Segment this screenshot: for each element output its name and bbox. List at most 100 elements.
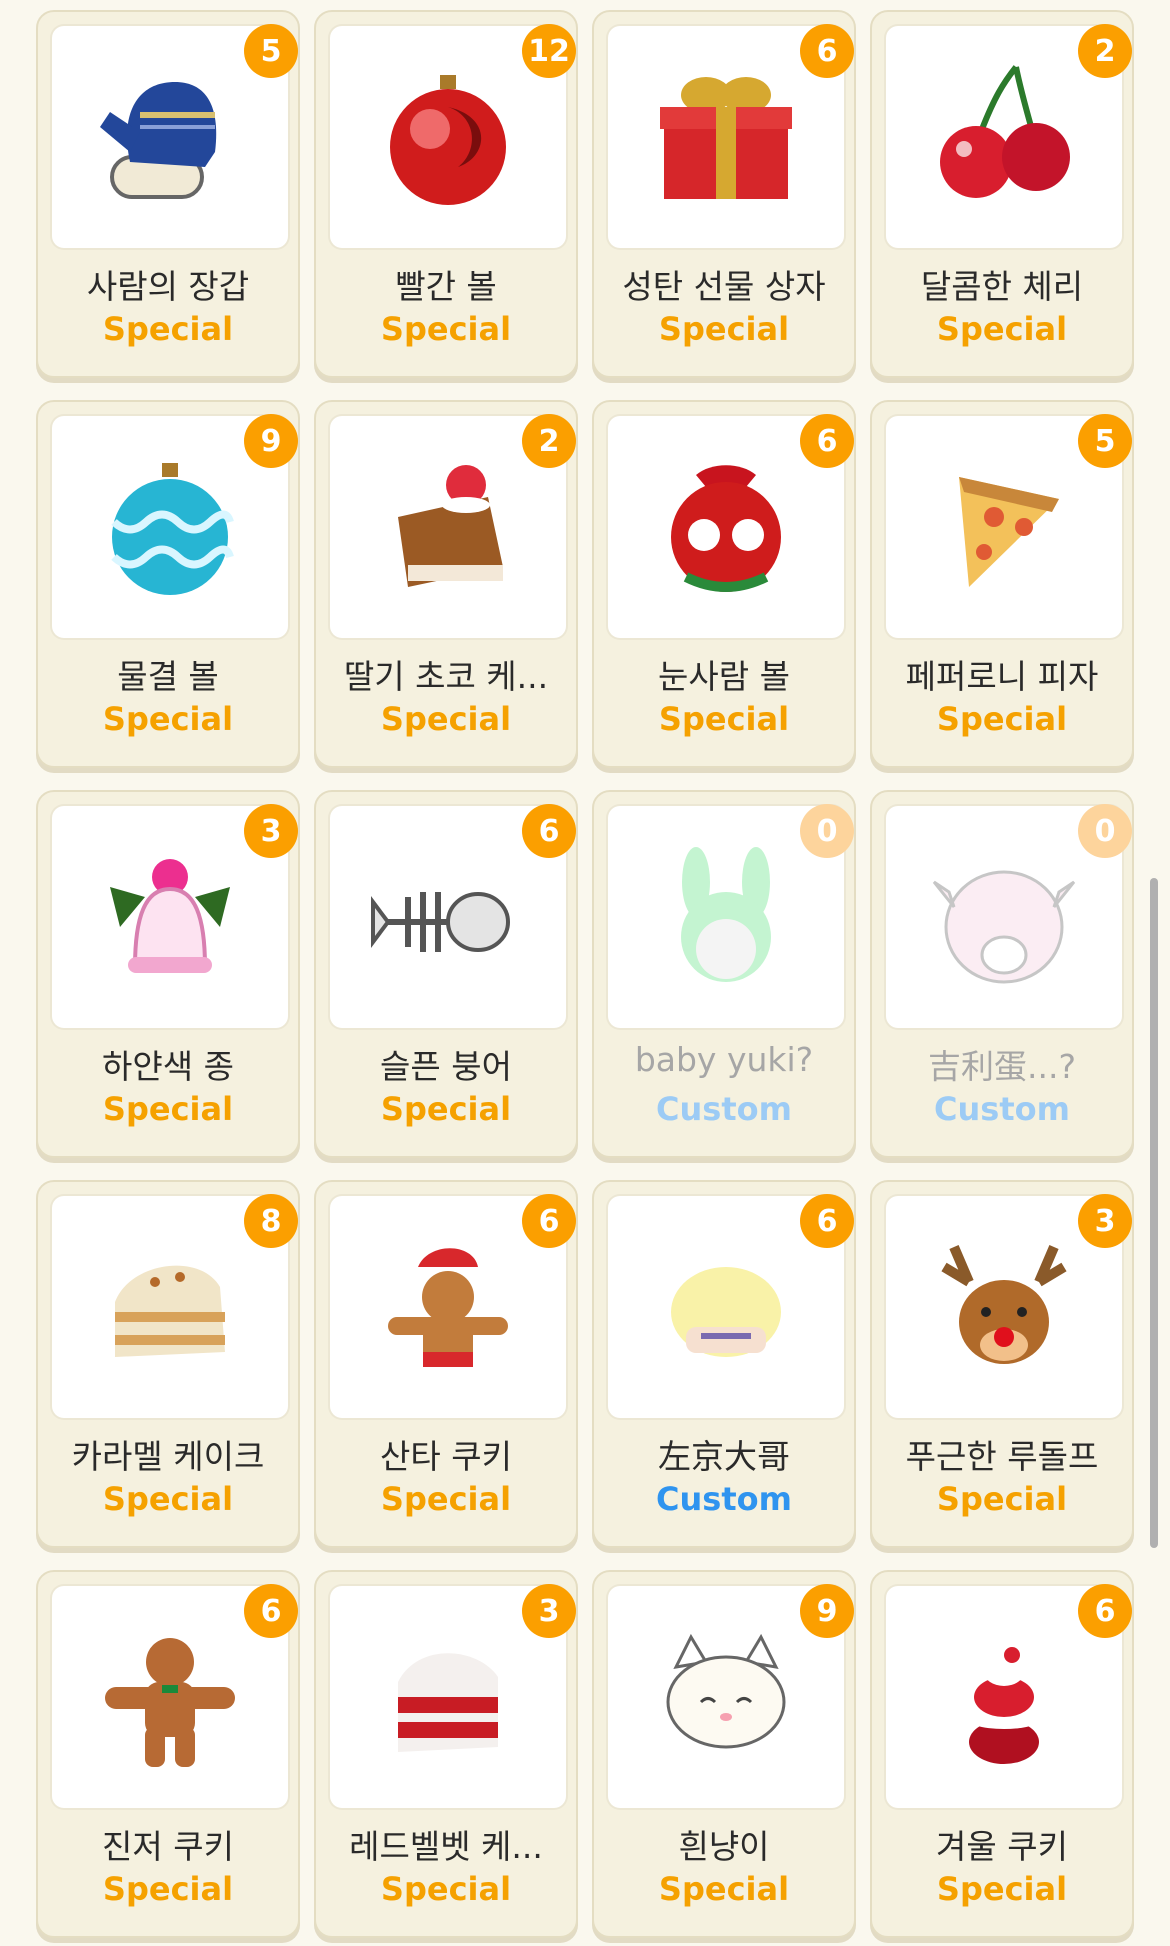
mitten-icon (100, 82, 217, 199)
bunny-hat-icon (681, 847, 771, 982)
caramel-cake-icon (115, 1265, 225, 1357)
item-type-label: Custom (656, 1090, 792, 1128)
item-name: 슬픈 붕어 (316, 1040, 576, 1088)
item-name-text: 달콤한 체리 (920, 267, 1084, 306)
blonde-head-icon (671, 1267, 781, 1357)
item-card[interactable]: 6 성탄 선물 상자 Special (592, 10, 856, 378)
item-type-label: Special (102, 1480, 234, 1518)
item-name: 성탄 선물 상자 (594, 260, 854, 308)
count-badge: 6 (800, 414, 854, 468)
item-name-text: 진저 쿠키 (102, 1827, 234, 1866)
santa-cookie-icon (388, 1248, 508, 1367)
item-thumbnail: 3 (330, 1584, 576, 1808)
item-card[interactable]: 6 슬픈 붕어 Special (314, 790, 578, 1158)
item-card[interactable]: 6 산타 쿠키 Special (314, 1180, 578, 1548)
item-name-text: 빨간 볼 (395, 267, 497, 306)
item-thumbnail: 6 (52, 1584, 298, 1808)
item-name-text: 레드벨벳 케... (349, 1827, 543, 1866)
item-thumbnail: 8 (52, 1194, 298, 1418)
item-name: 카라멜 케이크 (38, 1430, 298, 1478)
item-thumbnail: 6 (608, 1194, 854, 1418)
white-cat-icon (666, 1633, 786, 1749)
item-name: 페퍼로니 피자 (872, 650, 1132, 698)
item-card[interactable]: 5 사람의 장갑 Special (36, 10, 300, 378)
count-badge: 6 (800, 24, 854, 78)
item-type-label: Special (102, 310, 234, 348)
item-thumbnail: 6 (330, 1194, 576, 1418)
item-name-text: 하얀색 종 (102, 1047, 234, 1086)
item-card[interactable]: 9 흰냥이 Special (592, 1570, 856, 1938)
item-card[interactable]: 6 눈사람 볼 Special (592, 400, 856, 768)
item-card[interactable]: 6 진저 쿠키 Special (36, 1570, 300, 1938)
strawberry-choco-cake-icon (398, 465, 503, 587)
item-name: 레드벨벳 케... (316, 1820, 576, 1868)
item-name-text: 카라멜 케이크 (71, 1437, 265, 1476)
item-card[interactable]: 9 물결 볼 Special (36, 400, 300, 768)
item-type-label: Custom (934, 1090, 1070, 1128)
item-type-label: Special (380, 700, 512, 738)
item-name-text: 눈사람 볼 (658, 657, 790, 696)
item-card[interactable]: 2 달콤한 체리 Special (870, 10, 1134, 378)
item-name: baby yuki? (594, 1040, 854, 1079)
item-card[interactable]: 5 페퍼로니 피자 Special (870, 400, 1134, 768)
count-badge: 3 (1078, 1194, 1132, 1248)
item-name: 푸근한 루돌프 (872, 1430, 1132, 1478)
item-type-label: Special (658, 310, 790, 348)
item-name-text: 딸기 초코 케... (343, 657, 549, 696)
gift-box-icon (660, 77, 792, 199)
count-badge: 9 (800, 1584, 854, 1638)
item-type-label: Special (658, 700, 790, 738)
item-card[interactable]: 6 左京大哥 Custom (592, 1180, 856, 1548)
count-badge: 0 (1078, 804, 1132, 858)
item-thumbnail: 0 (608, 804, 854, 1028)
item-card[interactable]: 3 하얀색 종 Special (36, 790, 300, 1158)
count-badge: 12 (522, 24, 576, 78)
count-badge: 2 (522, 414, 576, 468)
item-thumbnail: 5 (52, 24, 298, 248)
fish-bone-icon (371, 892, 510, 952)
item-type-label: Special (936, 310, 1068, 348)
item-name: 물결 볼 (38, 650, 298, 698)
item-type-label: Special (658, 1870, 790, 1908)
item-name-text: 겨울 쿠키 (936, 1827, 1068, 1866)
count-badge: 5 (1078, 414, 1132, 468)
item-type-label: Special (380, 310, 512, 348)
count-badge: 6 (522, 1194, 576, 1248)
item-name-text: 산타 쿠키 (380, 1437, 512, 1476)
item-thumbnail: 9 (608, 1584, 854, 1808)
item-name-text: 슬픈 붕어 (380, 1047, 512, 1086)
item-card[interactable]: 8 카라멜 케이크 Special (36, 1180, 300, 1548)
item-thumbnail: 3 (52, 804, 298, 1028)
item-card[interactable]: 2 딸기 초코 케... Special (314, 400, 578, 768)
count-badge: 3 (522, 1584, 576, 1638)
cherry-icon (940, 65, 1070, 198)
reindeer-icon (941, 1245, 1067, 1364)
count-badge: 2 (1078, 24, 1132, 78)
item-card[interactable]: 0 吉利蛋...? Custom (870, 790, 1134, 1158)
item-thumbnail: 2 (330, 414, 576, 638)
item-card[interactable]: 3 푸근한 루돌프 Special (870, 1180, 1134, 1548)
unknown-marker: ? (795, 1040, 814, 1079)
item-card[interactable]: 6 겨울 쿠키 Special (870, 1570, 1134, 1938)
item-thumbnail: 3 (886, 1194, 1132, 1418)
winter-cookie-icon (964, 1647, 1044, 1764)
item-name: 겨울 쿠키 (872, 1820, 1132, 1868)
item-name-text: 吉利蛋... (928, 1047, 1059, 1086)
item-name: 달콤한 체리 (872, 260, 1132, 308)
item-name-text: baby yuki (634, 1040, 796, 1079)
snowman-ornament-icon (671, 465, 781, 592)
item-type-label: Special (380, 1480, 512, 1518)
red-velvet-cake-icon (398, 1653, 498, 1752)
item-type-label: Special (936, 1480, 1068, 1518)
item-name: 吉利蛋...? (872, 1040, 1132, 1088)
item-type-label: Special (380, 1870, 512, 1908)
item-thumbnail: 6 (886, 1584, 1132, 1808)
scrollbar[interactable] (1150, 878, 1158, 1548)
count-badge: 8 (244, 1194, 298, 1248)
item-card[interactable]: 12 빨간 볼 Special (314, 10, 578, 378)
item-type-label: Special (102, 1870, 234, 1908)
ginger-cookie-icon (105, 1638, 235, 1767)
item-card[interactable]: 3 레드벨벳 케... Special (314, 1570, 578, 1938)
item-card[interactable]: 0 baby yuki? Custom (592, 790, 856, 1158)
item-name-text: 성탄 선물 상자 (622, 267, 826, 306)
